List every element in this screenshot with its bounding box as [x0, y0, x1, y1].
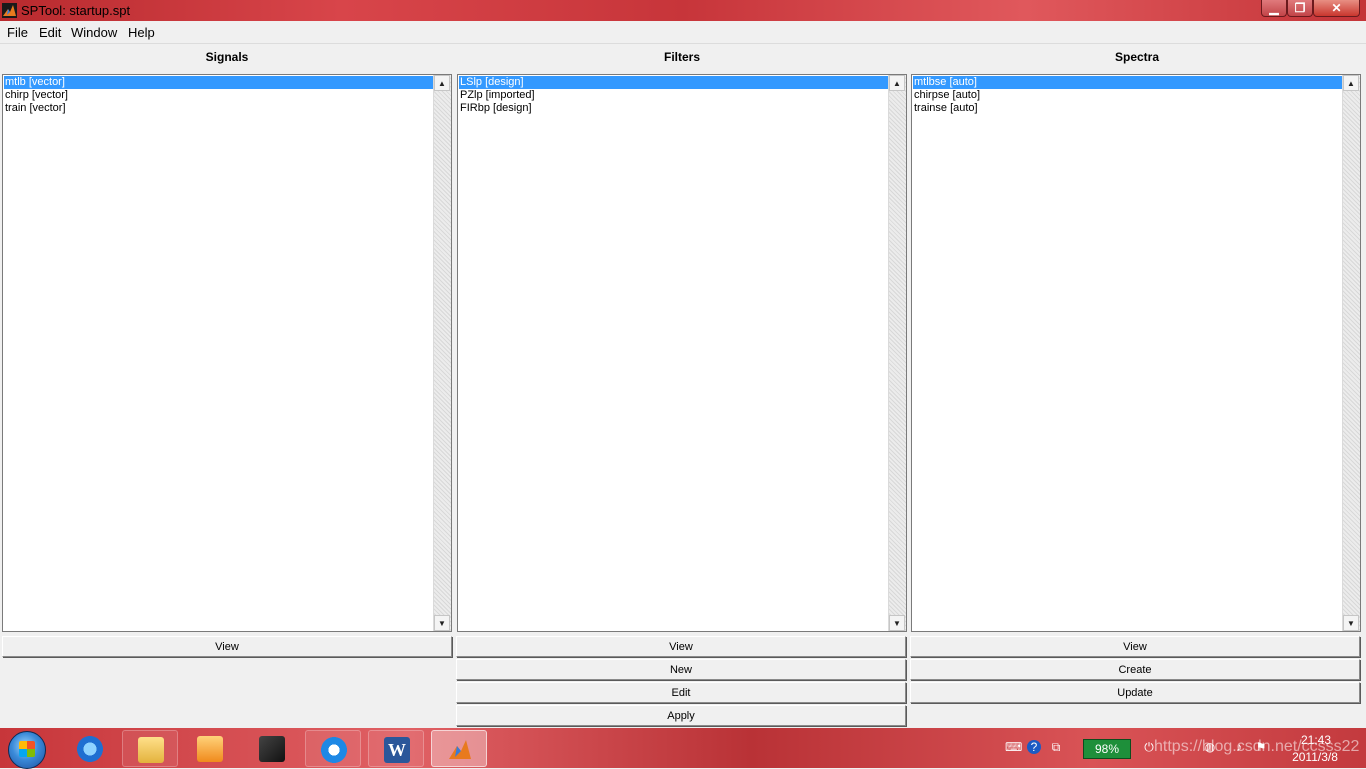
filters-title: Filters	[663, 50, 700, 64]
scroll-down-button[interactable]: ▼	[1343, 615, 1359, 631]
media-player-icon	[197, 736, 223, 762]
spectra-title: Spectra	[1114, 50, 1160, 64]
filters-apply-button[interactable]: Apply	[456, 705, 906, 726]
scroll-up-button[interactable]: ▲	[434, 75, 450, 91]
filters-listbox[interactable]: LSlp [design] PZlp [imported] FIRbp [des…	[457, 74, 907, 632]
arrow-down-icon: ▼	[1347, 618, 1355, 628]
list-item[interactable]: mtlbse [auto]	[913, 76, 1343, 89]
list-item[interactable]: trainse [auto]	[913, 102, 1343, 115]
menu-bar: File Edit Window Help	[0, 21, 1366, 44]
taskbar: W https://blog.csdn.net/ccsss22 ⌨ ? ⧉ 98…	[0, 728, 1366, 769]
clock-time[interactable]: 21:43	[1290, 733, 1342, 747]
taskbar-sogou[interactable]	[305, 730, 361, 767]
scroll-up-button[interactable]: ▲	[1343, 75, 1359, 91]
internet-explorer-icon	[77, 736, 103, 762]
taskbar-scanner[interactable]	[244, 730, 300, 767]
spectra-update-button[interactable]: Update	[910, 682, 1360, 703]
start-button[interactable]	[8, 731, 46, 769]
vertical-scrollbar[interactable]: ▲ ▼	[888, 75, 906, 631]
help-icon[interactable]: ?	[1027, 740, 1041, 754]
taskbar-matlab[interactable]	[431, 730, 487, 767]
scroll-up-button[interactable]: ▲	[889, 75, 905, 91]
vertical-scrollbar[interactable]: ▲ ▼	[433, 75, 451, 631]
signals-listbox[interactable]: mtlb [vector] chirp [vector] train [vect…	[2, 74, 452, 632]
maximize-button[interactable]: ❐	[1287, 0, 1313, 17]
window-title: SPTool: startup.spt	[21, 3, 131, 18]
taskbar-media-player[interactable]	[182, 730, 238, 767]
volume-icon[interactable]: ♪	[1232, 740, 1246, 754]
word-icon: W	[384, 737, 410, 763]
filters-edit-button[interactable]: Edit	[456, 682, 906, 703]
title-bar: SPTool: startup.spt ▁ ❐ ✕	[0, 0, 1366, 21]
close-button[interactable]: ✕	[1313, 0, 1360, 17]
menu-edit[interactable]: Edit	[39, 25, 61, 40]
arrow-down-icon: ▼	[893, 618, 901, 628]
spectra-view-button[interactable]: View	[910, 636, 1360, 657]
list-item[interactable]: chirp [vector]	[4, 89, 434, 102]
keyboard-icon[interactable]: ⌨	[1005, 740, 1022, 754]
arrow-up-icon: ▲	[893, 78, 901, 88]
taskbar-file-explorer[interactable]	[122, 730, 178, 767]
restore-icon: ❐	[1294, 1, 1306, 15]
windows-logo-icon	[19, 741, 35, 757]
arrow-up-icon: ▲	[438, 78, 446, 88]
list-item[interactable]: FIRbp [design]	[459, 102, 889, 115]
menu-window[interactable]: Window	[71, 25, 117, 40]
menu-help[interactable]: Help	[128, 25, 155, 40]
signals-title: Signals	[205, 50, 249, 64]
list-item[interactable]: mtlb [vector]	[4, 76, 434, 89]
taskbar-internet-explorer[interactable]	[62, 730, 118, 767]
matlab-icon	[447, 737, 473, 763]
taskbar-word[interactable]: W	[368, 730, 424, 767]
filters-new-button[interactable]: New	[456, 659, 906, 680]
spectra-create-button[interactable]: Create	[910, 659, 1360, 680]
arrow-down-icon: ▼	[438, 618, 446, 628]
arrow-up-icon: ▲	[1347, 78, 1355, 88]
spectra-listbox[interactable]: mtlbse [auto] chirpse [auto] trainse [au…	[911, 74, 1361, 632]
matlab-icon	[2, 3, 17, 18]
clock-date[interactable]: 2011/3/8	[1282, 750, 1348, 764]
signals-view-button[interactable]: View	[2, 636, 452, 657]
filters-view-button[interactable]: View	[456, 636, 906, 657]
sogou-icon	[321, 737, 347, 763]
network-icon[interactable]: ◍	[1203, 740, 1217, 754]
list-item[interactable]: LSlp [design]	[459, 76, 889, 89]
minimize-button[interactable]: ▁	[1261, 0, 1287, 17]
close-icon: ✕	[1331, 1, 1342, 15]
list-item[interactable]: train [vector]	[4, 102, 434, 115]
restore-window-icon[interactable]: ⧉	[1049, 740, 1063, 754]
folder-icon	[138, 737, 164, 763]
scroll-down-button[interactable]: ▼	[889, 615, 905, 631]
scroll-down-button[interactable]: ▼	[434, 615, 450, 631]
power-plug-icon[interactable]: ⏻	[1142, 740, 1156, 754]
list-item[interactable]: PZlp [imported]	[459, 89, 889, 102]
minimize-icon: ▁	[1269, 1, 1279, 15]
vertical-scrollbar[interactable]: ▲ ▼	[1342, 75, 1360, 631]
battery-indicator[interactable]: 98%	[1083, 739, 1131, 759]
action-center-icon[interactable]: ⚑	[1254, 740, 1268, 754]
list-item[interactable]: chirpse [auto]	[913, 89, 1343, 102]
menu-file[interactable]: File	[7, 25, 28, 40]
scanner-icon	[259, 736, 285, 762]
